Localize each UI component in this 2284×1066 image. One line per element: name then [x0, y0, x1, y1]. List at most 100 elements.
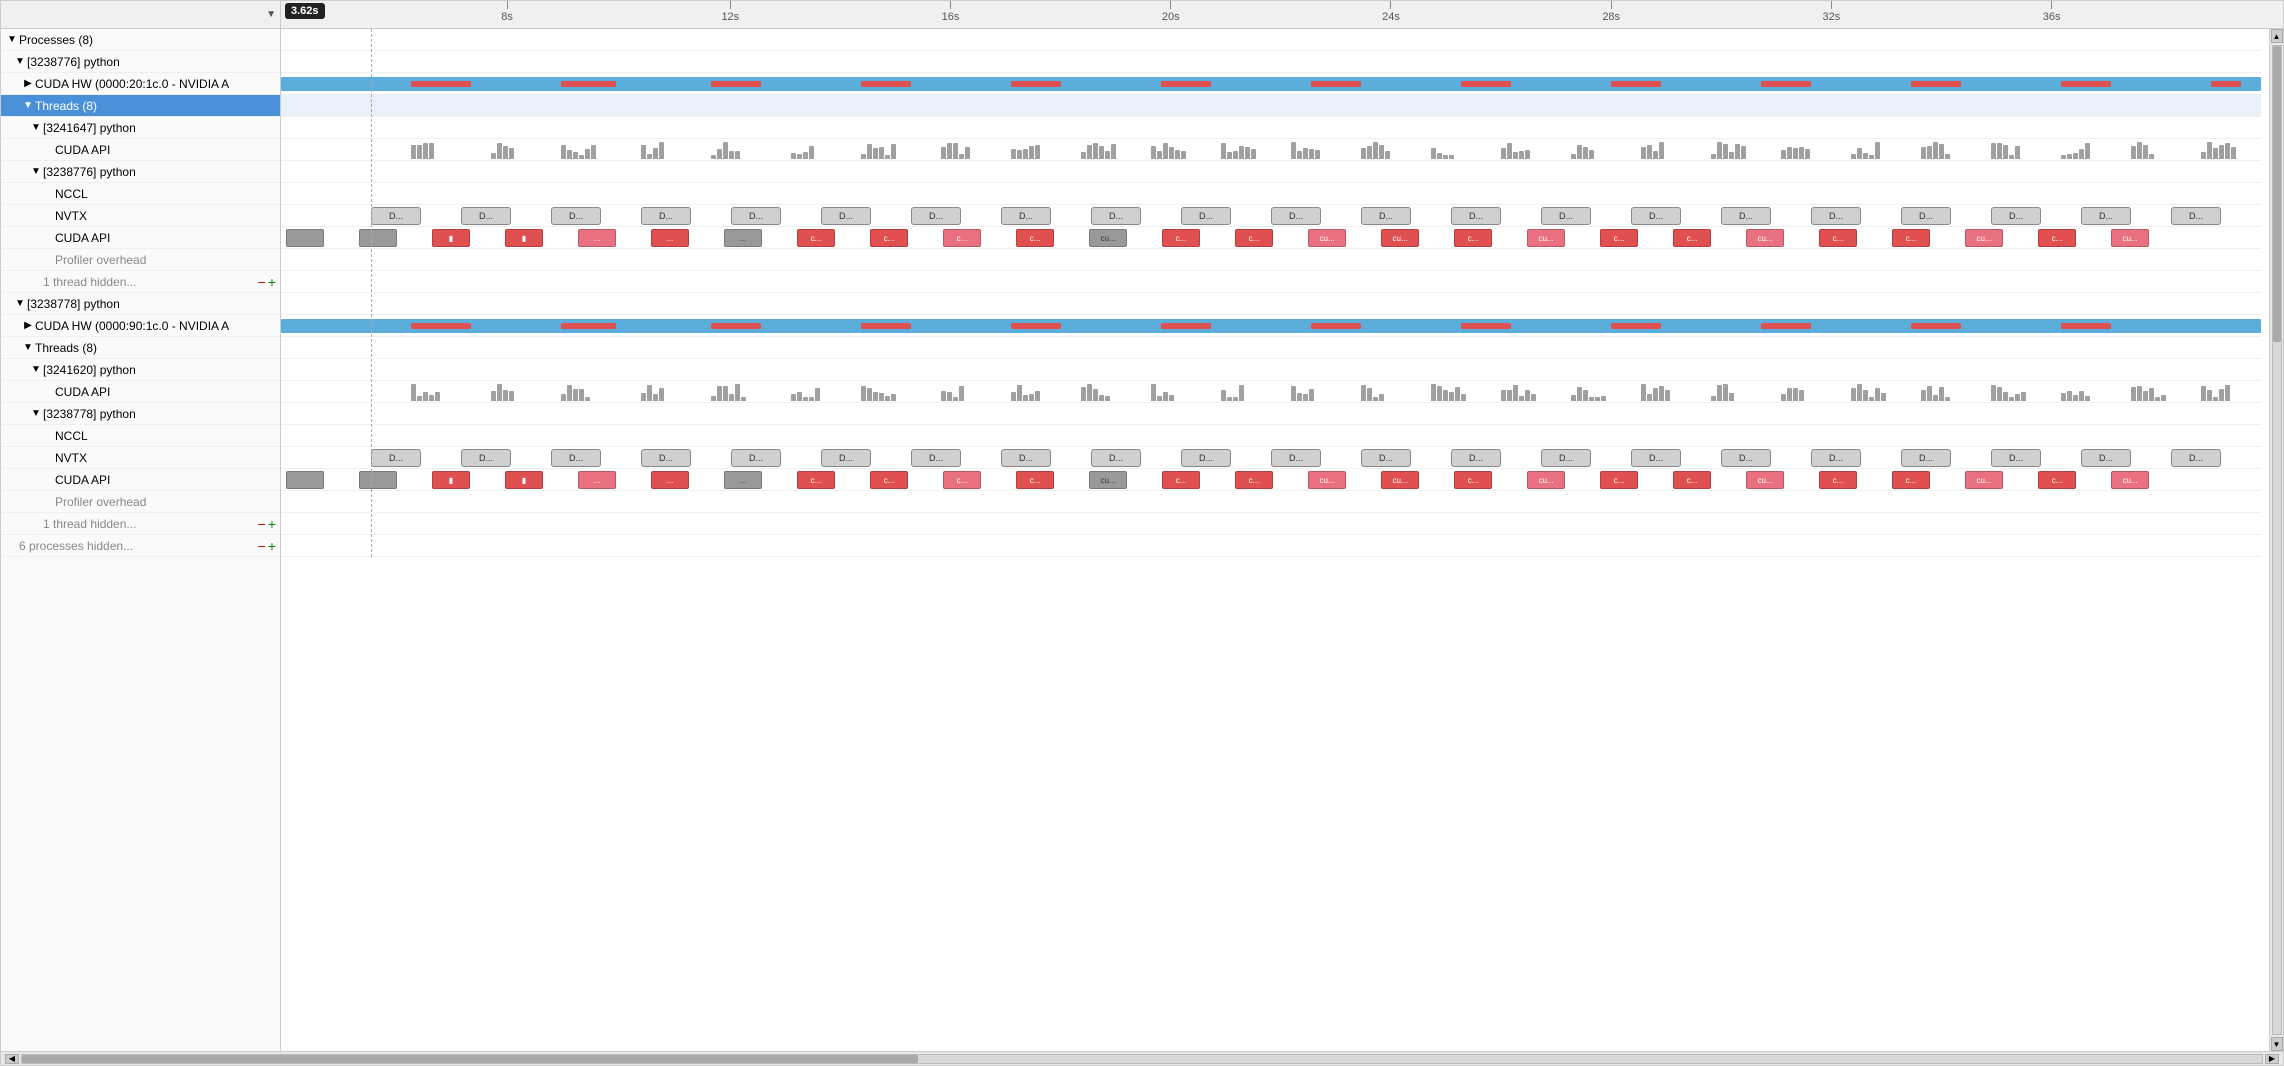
- toggle-p3241647[interactable]: ▼: [29, 122, 43, 133]
- nvtx-box-4[interactable]: D...: [731, 207, 781, 225]
- nvtx-box-1[interactable]: D...: [461, 449, 511, 467]
- thread-hidden-1-plus[interactable]: +: [268, 275, 276, 289]
- api-block-11[interactable]: cu...: [1089, 471, 1127, 489]
- nvtx-box-5[interactable]: D...: [821, 207, 871, 225]
- api-block-16[interactable]: c...: [1454, 229, 1492, 247]
- tree-row-processes-hidden[interactable]: 6 processes hidden... − +: [1, 535, 280, 557]
- tree-row-threads-2[interactable]: ▼ Threads (8): [1, 337, 280, 359]
- nvtx-box-10[interactable]: D...: [1271, 449, 1321, 467]
- nvtx-box-2[interactable]: D...: [551, 207, 601, 225]
- api-block-6[interactable]: ...: [724, 229, 762, 247]
- nvtx-box-8[interactable]: D...: [1091, 449, 1141, 467]
- scroll-htrack[interactable]: [21, 1054, 2263, 1064]
- tree-row-p3238778[interactable]: ▼ [3238778] python: [1, 293, 280, 315]
- nvtx-box-14[interactable]: D...: [1631, 449, 1681, 467]
- tree-row-p3238778b[interactable]: ▼ [3238778] python: [1, 403, 280, 425]
- api-block-22[interactable]: c...: [1892, 471, 1930, 489]
- tree-row-profiler-overhead-1[interactable]: Profiler overhead: [1, 249, 280, 271]
- nvtx-box-12[interactable]: D...: [1451, 207, 1501, 225]
- api-block-7[interactable]: c...: [797, 229, 835, 247]
- api-block-13[interactable]: c...: [1235, 229, 1273, 247]
- toggle-threads-2[interactable]: ▼: [21, 342, 35, 353]
- api-block-25[interactable]: cu...: [2111, 229, 2149, 247]
- api-block-20[interactable]: cu...: [1746, 471, 1784, 489]
- toggle-p3238776[interactable]: ▼: [13, 56, 27, 67]
- api-block-8[interactable]: c...: [870, 229, 908, 247]
- nvtx-box-20[interactable]: D...: [2171, 449, 2221, 467]
- api-block-23[interactable]: cu...: [1965, 471, 2003, 489]
- tree-row-cuda-api-4[interactable]: CUDA API: [1, 469, 280, 491]
- nvtx-box-9[interactable]: D...: [1181, 449, 1231, 467]
- tree-row-cuda-hw-2[interactable]: ▶ CUDA HW (0000:90:1c.0 - NVIDIA A: [1, 315, 280, 337]
- tree-row-cuda-api-3[interactable]: CUDA API: [1, 381, 280, 403]
- tree-row-p3238776b[interactable]: ▼ [3238776] python: [1, 161, 280, 183]
- api-block-9[interactable]: c...: [943, 471, 981, 489]
- tree-row-nvtx-1[interactable]: NVTX: [1, 205, 280, 227]
- api-block-0[interactable]: [286, 471, 324, 489]
- nvtx-box-0[interactable]: D...: [371, 449, 421, 467]
- dropdown-arrow-icon[interactable]: ▼: [266, 9, 276, 20]
- nvtx-box-10[interactable]: D...: [1271, 207, 1321, 225]
- nvtx-box-4[interactable]: D...: [731, 449, 781, 467]
- nvtx-box-1[interactable]: D...: [461, 207, 511, 225]
- nvtx-box-7[interactable]: D...: [1001, 449, 1051, 467]
- api-block-4[interactable]: ...: [578, 229, 616, 247]
- nvtx-box-17[interactable]: D...: [1901, 449, 1951, 467]
- api-block-15[interactable]: cu...: [1381, 471, 1419, 489]
- api-block-9[interactable]: c...: [943, 229, 981, 247]
- tree-row-p3241647[interactable]: ▼ [3241647] python: [1, 117, 280, 139]
- nvtx-box-13[interactable]: D...: [1541, 207, 1591, 225]
- nvtx-box-7[interactable]: D...: [1001, 207, 1051, 225]
- api-block-3[interactable]: ▮: [505, 471, 543, 489]
- thread-hidden-1-minus[interactable]: −: [258, 275, 266, 289]
- nvtx-box-3[interactable]: D...: [641, 207, 691, 225]
- api-block-7[interactable]: c...: [797, 471, 835, 489]
- nvtx-box-17[interactable]: D...: [1901, 207, 1951, 225]
- nvtx-box-11[interactable]: D...: [1361, 449, 1411, 467]
- nvtx-box-16[interactable]: D...: [1811, 449, 1861, 467]
- api-block-24[interactable]: c...: [2038, 229, 2076, 247]
- scroll-down-arrow[interactable]: ▼: [2271, 1037, 2283, 1051]
- api-block-12[interactable]: c...: [1162, 471, 1200, 489]
- toggle-processes[interactable]: ▼: [5, 34, 19, 45]
- api-block-10[interactable]: c...: [1016, 229, 1054, 247]
- nvtx-box-15[interactable]: D...: [1721, 449, 1771, 467]
- api-block-12[interactable]: c...: [1162, 229, 1200, 247]
- api-block-11[interactable]: cu...: [1089, 229, 1127, 247]
- nvtx-box-18[interactable]: D...: [1991, 449, 2041, 467]
- nvtx-box-13[interactable]: D...: [1541, 449, 1591, 467]
- api-block-6[interactable]: ...: [724, 471, 762, 489]
- nvtx-box-5[interactable]: D...: [821, 449, 871, 467]
- api-block-14[interactable]: cu...: [1308, 471, 1346, 489]
- tree-row-threads-1[interactable]: ▼ Threads (8): [1, 95, 280, 117]
- nvtx-box-8[interactable]: D...: [1091, 207, 1141, 225]
- api-block-13[interactable]: c...: [1235, 471, 1273, 489]
- tree-row-cuda-api-1[interactable]: CUDA API: [1, 139, 280, 161]
- api-block-1[interactable]: [359, 471, 397, 489]
- api-block-22[interactable]: c...: [1892, 229, 1930, 247]
- api-block-23[interactable]: cu...: [1965, 229, 2003, 247]
- tree-row-nvtx-2[interactable]: NVTX: [1, 447, 280, 469]
- nvtx-box-9[interactable]: D...: [1181, 207, 1231, 225]
- api-block-3[interactable]: ▮: [505, 229, 543, 247]
- tree-row-cuda-hw-1[interactable]: ▶ CUDA HW (0000:20:1c.0 - NVIDIA A: [1, 73, 280, 95]
- toggle-p3238778b[interactable]: ▼: [29, 408, 43, 419]
- scroll-vtrack[interactable]: [2272, 45, 2282, 1035]
- nvtx-box-20[interactable]: D...: [2171, 207, 2221, 225]
- scroll-right-arrow[interactable]: ▶: [2265, 1054, 2279, 1064]
- nvtx-box-12[interactable]: D...: [1451, 449, 1501, 467]
- thread-hidden-2-plus[interactable]: +: [268, 517, 276, 531]
- tree-row-p3238776[interactable]: ▼ [3238776] python: [1, 51, 280, 73]
- nvtx-box-15[interactable]: D...: [1721, 207, 1771, 225]
- tree-row-processes[interactable]: ▼ Processes (8): [1, 29, 280, 51]
- nvtx-box-11[interactable]: D...: [1361, 207, 1411, 225]
- toggle-cuda-hw-2[interactable]: ▶: [21, 320, 35, 331]
- api-block-18[interactable]: c...: [1600, 229, 1638, 247]
- nvtx-box-19[interactable]: D...: [2081, 449, 2131, 467]
- tree-row-profiler-overhead-2[interactable]: Profiler overhead: [1, 491, 280, 513]
- toggle-threads-1[interactable]: ▼: [21, 100, 35, 111]
- scroll-vthumb[interactable]: [2273, 46, 2281, 342]
- nvtx-box-2[interactable]: D...: [551, 449, 601, 467]
- api-block-8[interactable]: c...: [870, 471, 908, 489]
- nvtx-box-6[interactable]: D...: [911, 449, 961, 467]
